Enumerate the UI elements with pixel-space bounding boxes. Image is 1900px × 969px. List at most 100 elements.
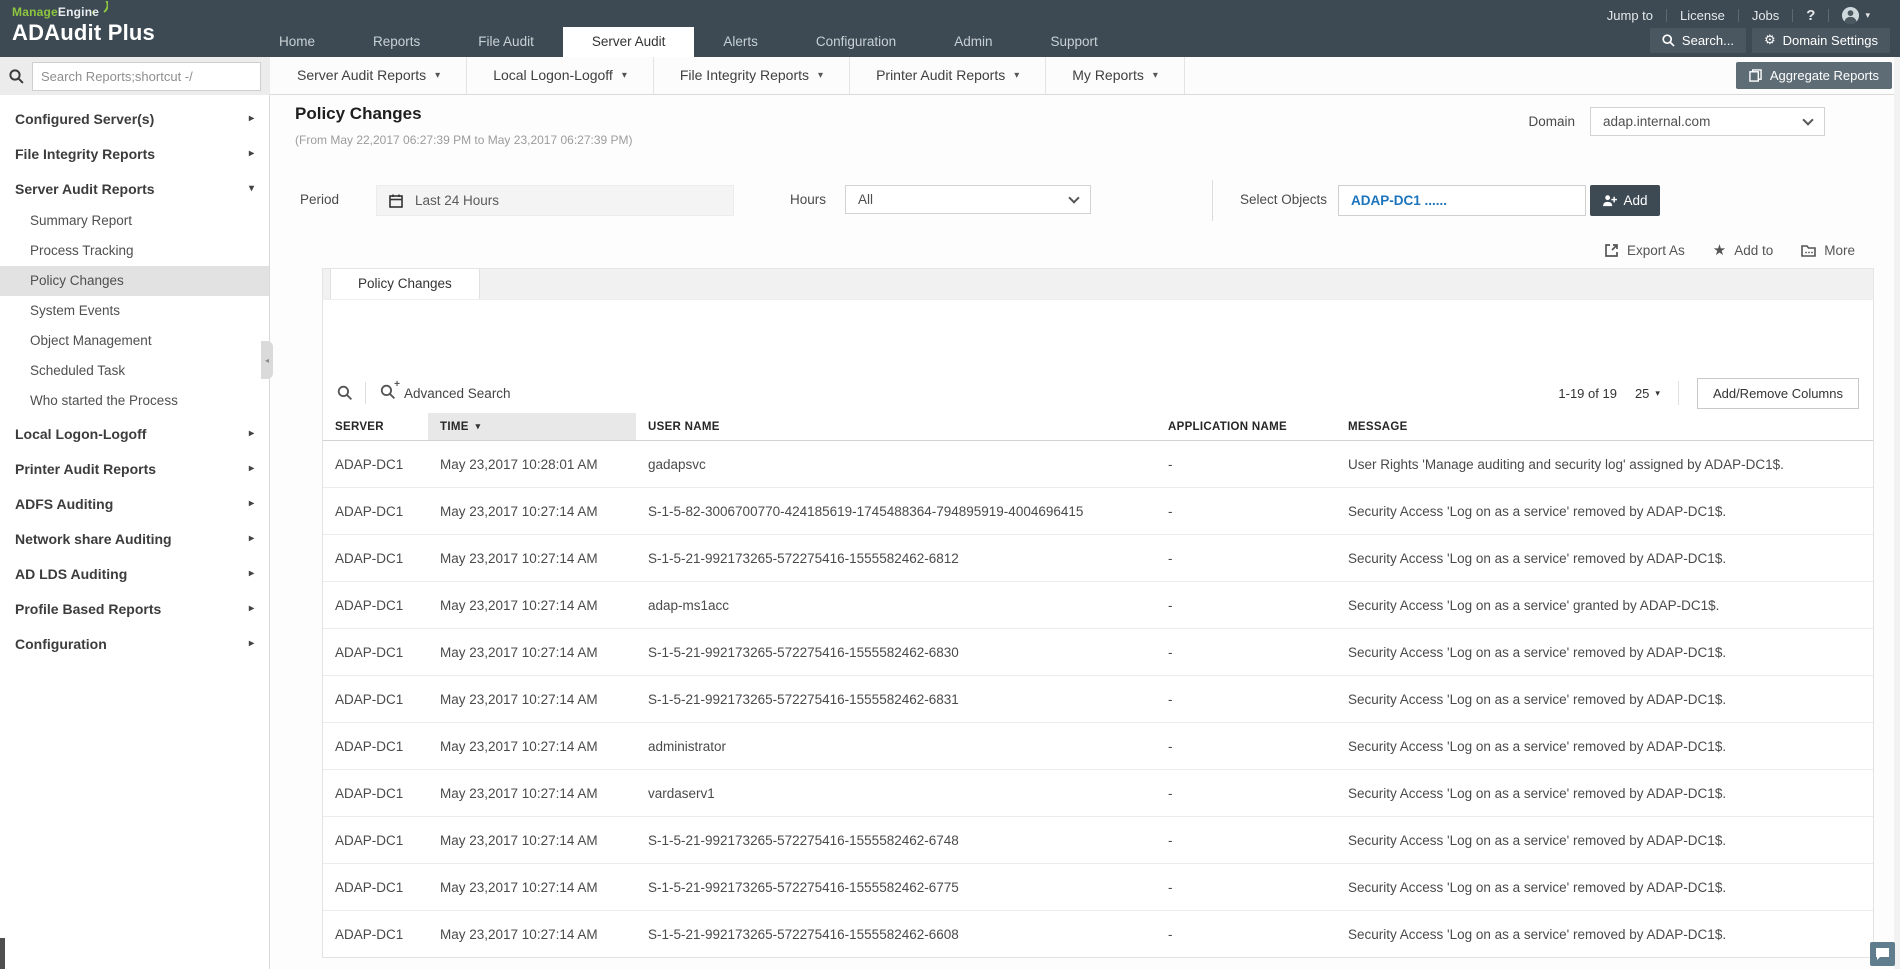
sidebar-subitem-who-started-the-process[interactable]: Who started the Process	[0, 386, 269, 416]
cell-user-name: S-1-5-21-992173265-572275416-1555582462-…	[636, 817, 1156, 863]
advanced-search-button[interactable]: + Advanced Search	[380, 384, 511, 403]
nav-tab-support[interactable]: Support	[1021, 27, 1126, 57]
period-field[interactable]: Last 24 Hours	[376, 185, 734, 216]
sidebar-item-label: File Integrity Reports	[15, 146, 155, 162]
domain-select[interactable]: adap.internal.com	[1590, 107, 1825, 136]
more-icon	[1801, 244, 1816, 258]
search-icon	[1662, 34, 1675, 47]
add-to-button[interactable]: ★ Add to	[1713, 243, 1773, 258]
table-row[interactable]: ADAP-DC1May 23,2017 10:27:14 AMS-1-5-82-…	[323, 488, 1873, 535]
report-main: Policy Changes (From May 22,2017 06:27:3…	[271, 95, 1900, 969]
nav-tab-reports[interactable]: Reports	[344, 27, 449, 57]
table-row[interactable]: ADAP-DC1May 23,2017 10:27:14 AMS-1-5-21-…	[323, 817, 1873, 864]
app-window: ManageEngine ADAudit Plus HomeReportsFil…	[0, 0, 1900, 969]
column-header-application-name[interactable]: APPLICATION NAME	[1156, 413, 1336, 440]
search-icon[interactable]	[0, 69, 32, 84]
table-row[interactable]: ADAP-DC1May 23,2017 10:27:14 AMS-1-5-21-…	[323, 535, 1873, 582]
column-header-message[interactable]: MESSAGE	[1336, 413, 1873, 440]
sidebar-item-printer-audit-reports[interactable]: Printer Audit Reports▸	[0, 451, 269, 486]
sidebar-item-adfs-auditing[interactable]: ADFS Auditing▸	[0, 486, 269, 521]
add-remove-columns-button[interactable]: Add/Remove Columns	[1697, 378, 1859, 409]
sidebar-item-local-logon-logoff[interactable]: Local Logon-Logoff▸	[0, 416, 269, 451]
subnav-item-file-integrity-reports[interactable]: File Integrity Reports▾	[654, 57, 850, 94]
sidebar-subitem-summary-report[interactable]: Summary Report	[0, 206, 269, 236]
sidebar-item-network-share-auditing[interactable]: Network share Auditing▸	[0, 521, 269, 556]
sidebar-item-configuration[interactable]: Configuration▸	[0, 626, 269, 661]
select-objects-input[interactable]	[1338, 185, 1586, 216]
page-size-select[interactable]: 25 ▾	[1635, 386, 1660, 401]
table-row[interactable]: ADAP-DC1May 23,2017 10:27:14 AMS-1-5-21-…	[323, 911, 1873, 957]
table-row[interactable]: ADAP-DC1May 23,2017 10:27:14 AMvardaserv…	[323, 770, 1873, 817]
nav-tab-home[interactable]: Home	[250, 27, 344, 57]
top-link-jobs[interactable]: Jobs	[1739, 8, 1792, 23]
sidebar-item-configured-server-s[interactable]: Configured Server(s)▸	[0, 101, 269, 136]
table-row[interactable]: ADAP-DC1May 23,2017 10:27:14 AMadministr…	[323, 723, 1873, 770]
column-header-time[interactable]: TIME▾	[428, 413, 636, 440]
cell-time: May 23,2017 10:27:14 AM	[428, 582, 636, 628]
column-header-user-name[interactable]: USER NAME	[636, 413, 1156, 440]
sidebar-item-profile-based-reports[interactable]: Profile Based Reports▸	[0, 591, 269, 626]
cell-message: Security Access 'Log on as a service' re…	[1336, 911, 1873, 957]
subnav-item-label: Local Logon-Logoff	[493, 57, 613, 94]
person-plus-icon	[1602, 194, 1617, 207]
global-search-button[interactable]: Search...	[1650, 28, 1746, 53]
help-link[interactable]: ?	[1793, 7, 1828, 24]
domain-settings-button[interactable]: ⚙ Domain Settings	[1752, 28, 1890, 53]
sidebar-subitem-policy-changes[interactable]: Policy Changes	[0, 266, 269, 296]
sidebar-item-label: Printer Audit Reports	[15, 461, 156, 477]
sidebar-collapse-handle[interactable]: ◂	[261, 341, 273, 379]
left-scrollbar-thumb[interactable]	[0, 938, 5, 969]
cell-application-name: -	[1156, 629, 1336, 675]
nav-tab-configuration[interactable]: Configuration	[787, 27, 925, 57]
nav-tab-server-audit[interactable]: Server Audit	[563, 27, 695, 57]
table-row[interactable]: ADAP-DC1May 23,2017 10:27:14 AMS-1-5-21-…	[323, 629, 1873, 676]
subnav-item-server-audit-reports[interactable]: Server Audit Reports▾	[271, 57, 467, 94]
hours-select[interactable]: All	[845, 185, 1091, 214]
add-objects-button[interactable]: Add	[1590, 185, 1660, 216]
more-button[interactable]: More	[1801, 243, 1855, 258]
report-search-input[interactable]	[32, 62, 261, 91]
nav-tab-admin[interactable]: Admin	[925, 27, 1021, 57]
sidebar-item-server-audit-reports[interactable]: Server Audit Reports▾	[0, 171, 269, 206]
cell-user-name: S-1-5-21-992173265-572275416-1555582462-…	[636, 535, 1156, 581]
cell-message: Security Access 'Log on as a service' re…	[1336, 770, 1873, 816]
cell-application-name: -	[1156, 817, 1336, 863]
more-label: More	[1824, 243, 1855, 258]
subnav-item-my-reports[interactable]: My Reports▾	[1046, 57, 1185, 94]
aggregate-reports-button[interactable]: Aggregate Reports	[1736, 62, 1892, 89]
table-row[interactable]: ADAP-DC1May 23,2017 10:27:14 AMS-1-5-21-…	[323, 676, 1873, 723]
cell-time: May 23,2017 10:27:14 AM	[428, 864, 636, 910]
table-row[interactable]: ADAP-DC1May 23,2017 10:28:01 AMgadapsvc-…	[323, 441, 1873, 488]
subnav-item-printer-audit-reports[interactable]: Printer Audit Reports▾	[850, 57, 1046, 94]
add-button-label: Add	[1623, 193, 1647, 208]
sidebar-subitem-process-tracking[interactable]: Process Tracking	[0, 236, 269, 266]
column-header-server[interactable]: SERVER	[323, 413, 428, 440]
table-row[interactable]: ADAP-DC1May 23,2017 10:27:14 AMS-1-5-21-…	[323, 864, 1873, 911]
cell-message: Security Access 'Log on as a service' re…	[1336, 676, 1873, 722]
chat-widget-button[interactable]	[1870, 942, 1895, 966]
sidebar-subitem-system-events[interactable]: System Events	[0, 296, 269, 326]
column-search-icon[interactable]	[337, 385, 365, 401]
calendar-icon	[377, 194, 415, 208]
chevron-down-icon	[1792, 108, 1824, 135]
pagination-info: 1-19 of 19	[1558, 386, 1617, 401]
user-menu[interactable]: ▾	[1829, 6, 1870, 25]
sidebar-item-file-integrity-reports[interactable]: File Integrity Reports▸	[0, 136, 269, 171]
sidebar-subitem-object-management[interactable]: Object Management	[0, 326, 269, 356]
export-as-button[interactable]: Export As	[1604, 243, 1685, 258]
nav-tab-file-audit[interactable]: File Audit	[449, 27, 563, 57]
sidebar-subitem-scheduled-task[interactable]: Scheduled Task	[0, 356, 269, 386]
global-search-label: Search...	[1682, 33, 1734, 48]
table-row[interactable]: ADAP-DC1May 23,2017 10:27:14 AMadap-ms1a…	[323, 582, 1873, 629]
cell-user-name: adap-ms1acc	[636, 582, 1156, 628]
page-scrollbar[interactable]	[1894, 57, 1900, 969]
tab-policy-changes[interactable]: Policy Changes	[330, 269, 480, 300]
cell-message: Security Access 'Log on as a service' re…	[1336, 535, 1873, 581]
subnav-item-local-logon-logoff[interactable]: Local Logon-Logoff▾	[467, 57, 654, 94]
top-link-license[interactable]: License	[1667, 8, 1738, 23]
sidebar-item-ad-lds-auditing[interactable]: AD LDS Auditing▸	[0, 556, 269, 591]
nav-tab-alerts[interactable]: Alerts	[694, 27, 787, 57]
cell-time: May 23,2017 10:27:14 AM	[428, 911, 636, 957]
cell-message: Security Access 'Log on as a service' re…	[1336, 817, 1873, 863]
top-link-jump-to[interactable]: Jump to	[1594, 8, 1666, 23]
